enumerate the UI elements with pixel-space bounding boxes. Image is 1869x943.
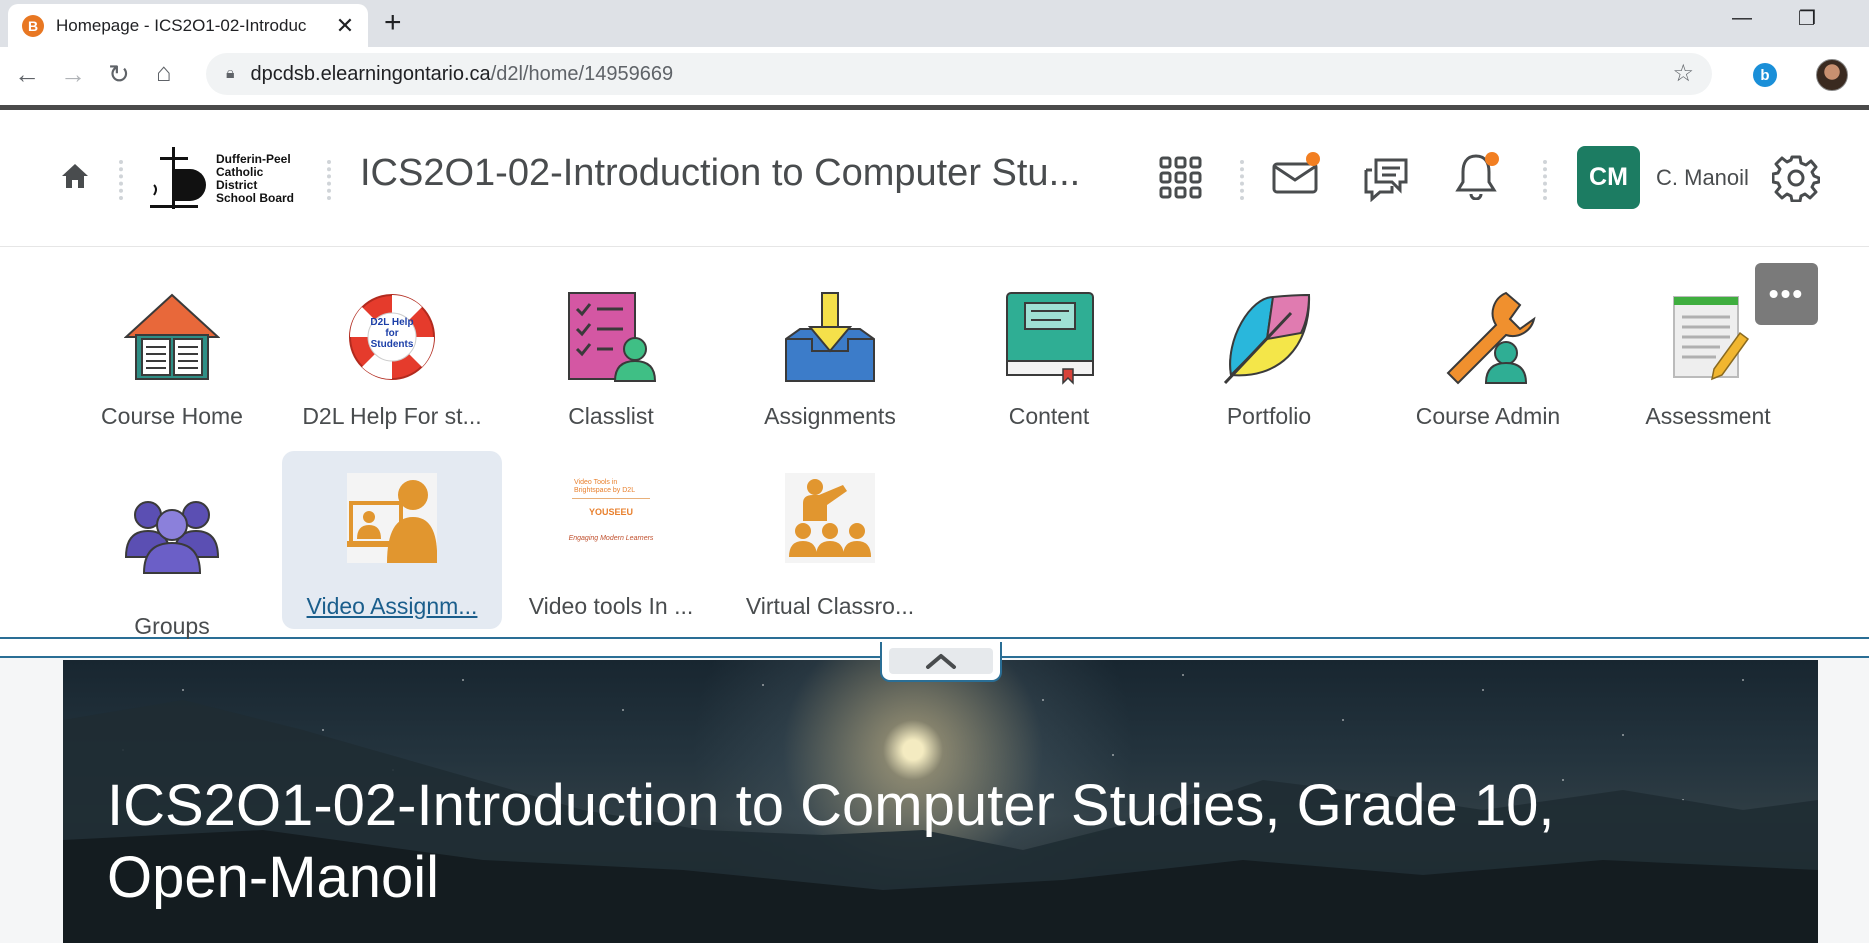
settings-gear-icon[interactable] <box>1771 154 1821 207</box>
tile-label: Course Home <box>101 403 243 429</box>
reload-icon[interactable]: ↻ <box>108 59 130 89</box>
video-tools-thumbnail-icon: Video Tools in Brightspace by D2L YOUSEE… <box>566 473 656 563</box>
course-navbar: ••• Course Home D2L Help for Students D2… <box>0 247 1869 639</box>
tile-assessment[interactable]: Assessment <box>1598 247 1818 429</box>
collapse-navbar-button[interactable] <box>880 642 1002 682</box>
assignments-inbox-icon <box>782 289 878 385</box>
tab-close-icon[interactable]: ✕ <box>334 13 356 39</box>
user-avatar[interactable]: CM <box>1577 146 1640 209</box>
tile-label: Video tools In ... <box>528 593 694 619</box>
d2l-favicon-icon: B <box>22 14 44 37</box>
window-restore-icon[interactable]: ❐ <box>1798 6 1816 31</box>
tile-label: Portfolio <box>1226 403 1312 429</box>
extension-b-icon[interactable]: b <box>1753 63 1777 87</box>
tile-label: Assessment <box>1645 403 1771 429</box>
tile-video-assignment[interactable]: Video Assignm... <box>282 451 502 629</box>
course-banner: ICS2O1-02-Introduction to Computer Studi… <box>63 660 1818 943</box>
header-separator <box>327 160 331 200</box>
update-badge <box>1485 152 1499 166</box>
tab-title: Homepage - ICS2O1-02-Introduc <box>56 15 307 35</box>
message-badge <box>1306 152 1320 166</box>
tile-label: Classlist <box>568 403 654 429</box>
course-home-icon <box>123 289 221 385</box>
address-bar[interactable]: 🔒︎ dpcdsb.elearningontario.ca/d2l/home/1… <box>206 53 1712 95</box>
header-separator <box>119 160 123 200</box>
tile-groups[interactable]: Groups <box>62 449 282 639</box>
browser-toolbar: ← → ↻ ⌂ 🔒︎ dpcdsb.elearningontario.ca/d2… <box>0 47 1869 105</box>
header-separator <box>1543 160 1547 200</box>
tile-label: D2L Help For st... <box>302 403 482 429</box>
browser-home-icon[interactable]: ⌂ <box>156 57 172 87</box>
tile-content[interactable]: Content <box>939 247 1159 429</box>
lock-icon: 🔒︎ <box>226 65 235 82</box>
tile-classlist[interactable]: Classlist <box>501 247 721 429</box>
course-banner-title: ICS2O1-02-Introduction to Computer Studi… <box>107 773 1555 910</box>
header-separator <box>1240 160 1244 200</box>
dpcdsb-logo-mark-icon <box>150 147 210 211</box>
tile-course-home[interactable]: Course Home <box>62 247 282 429</box>
assessment-icon <box>1660 289 1756 385</box>
tile-portfolio[interactable]: Portfolio <box>1159 247 1379 429</box>
profile-avatar[interactable] <box>1816 59 1848 91</box>
video-assignment-icon <box>347 473 438 563</box>
d2l-home-icon[interactable] <box>60 162 90 195</box>
back-arrow-icon[interactable]: ← <box>14 59 40 89</box>
course-selector-grid-icon[interactable] <box>1159 156 1203 205</box>
logo-text: Dufferin-Peel Catholic District School B… <box>216 152 295 205</box>
window-minimize-icon[interactable]: — <box>1732 7 1752 30</box>
content-book-icon <box>1001 289 1097 385</box>
forward-arrow-icon[interactable]: → <box>60 59 86 89</box>
school-board-logo[interactable]: Dufferin-Peel Catholic District School B… <box>150 146 305 212</box>
course-title[interactable]: ICS2O1-02-Introduction to Computer Stu..… <box>360 152 1080 195</box>
groups-icon <box>124 491 220 587</box>
tile-label: Virtual Classro... <box>745 593 915 619</box>
course-admin-wrench-icon <box>1440 289 1536 385</box>
tile-label: Course Admin <box>1415 403 1561 429</box>
browser-tabstrip: B Homepage - ICS2O1-02-Introduc ✕ + — ❐ <box>0 0 1869 47</box>
url-text: dpcdsb.elearningontario.ca/d2l/home/1495… <box>250 62 674 85</box>
portfolio-leaf-icon <box>1221 289 1317 385</box>
bookmark-star-icon[interactable]: ☆ <box>1672 59 1694 88</box>
tile-assignments[interactable]: Assignments <box>720 247 940 429</box>
chevron-up-icon <box>926 654 956 669</box>
tile-virtual-classroom[interactable]: Virtual Classro... <box>720 451 940 629</box>
virtual-classroom-icon <box>785 473 875 563</box>
help-lifebuoy-icon: D2L Help for Students <box>344 289 440 385</box>
classlist-icon <box>563 289 659 385</box>
d2l-header: Dufferin-Peel Catholic District School B… <box>0 110 1869 247</box>
tile-course-admin[interactable]: Course Admin <box>1378 247 1598 429</box>
tile-label: Content <box>1008 403 1090 429</box>
tile-label: Assignments <box>764 403 896 429</box>
user-name[interactable]: C. Manoil <box>1656 165 1749 191</box>
tile-label: Groups <box>134 613 210 639</box>
new-tab-plus-icon[interactable]: + <box>384 7 402 39</box>
tile-video-tools[interactable]: Video Tools in Brightspace by D2L YOUSEE… <box>501 451 721 629</box>
tile-d2l-help[interactable]: D2L Help for Students D2L Help For st... <box>282 247 502 429</box>
tile-label-link[interactable]: Video Assignm... <box>307 593 478 620</box>
subscription-alerts-chat-icon[interactable] <box>1362 154 1410 207</box>
browser-tab[interactable]: B Homepage - ICS2O1-02-Introduc ✕ <box>8 4 368 47</box>
help-icon-text: D2L Help for Students <box>370 317 414 350</box>
